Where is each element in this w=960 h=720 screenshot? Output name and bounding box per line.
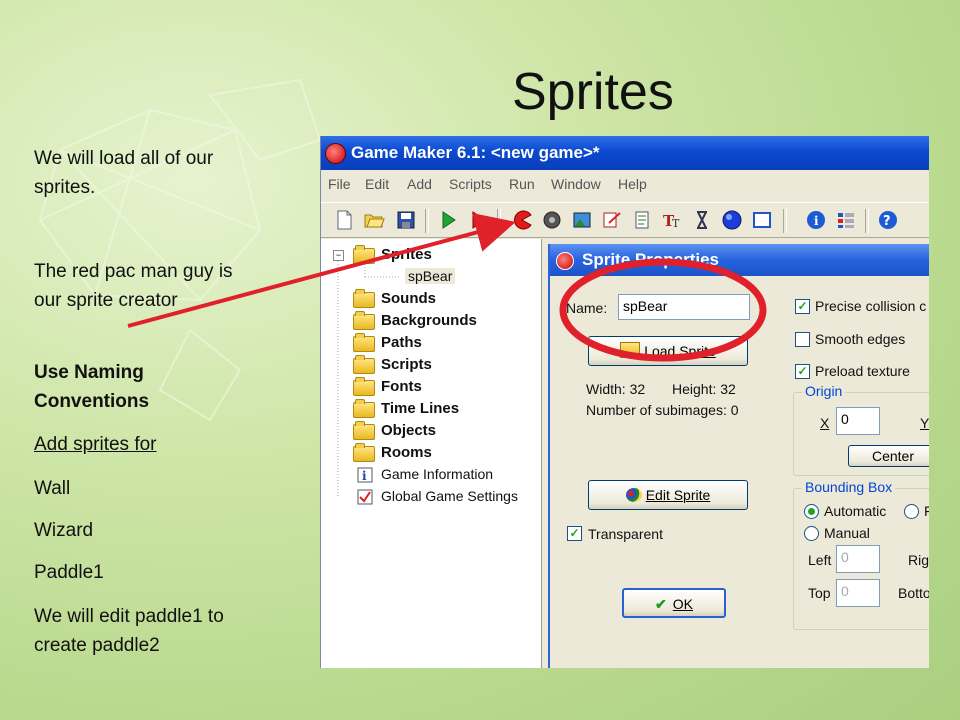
right-label: Rig: [908, 552, 929, 568]
ok-button[interactable]: ✔ OK: [622, 588, 726, 618]
dialog-title: Sprite Properties: [582, 250, 719, 269]
menu-bar: File Edit Add Scripts Run Window Help: [321, 172, 929, 196]
note-naming-conventions: Use Naming Conventions: [34, 362, 150, 412]
sprite-pacman-icon: [556, 252, 574, 270]
note-wall: Wall: [34, 478, 71, 499]
menu-edit[interactable]: Edit: [365, 176, 389, 192]
create-room-icon[interactable]: [751, 209, 773, 231]
menu-window[interactable]: Window: [551, 176, 601, 192]
precise-collision-label: Precise collision c: [815, 298, 927, 314]
open-folder-icon: [620, 342, 641, 358]
new-file-icon[interactable]: [333, 209, 355, 231]
help-icon[interactable]: ?: [877, 209, 899, 231]
menu-run[interactable]: Run: [509, 176, 535, 192]
precise-collision-checkbox[interactable]: ✓: [795, 299, 810, 314]
load-sprite-button[interactable]: Load Sprite: [588, 336, 748, 366]
smooth-edges-checkbox[interactable]: [795, 332, 810, 347]
svg-text:i: i: [814, 214, 819, 228]
note-paddle1: Paddle1: [34, 562, 104, 583]
transparent-label: Transparent: [588, 526, 663, 542]
note-add-sprites: Add sprites for: [34, 434, 157, 455]
note-sprite-creator: The red pac man guy is our sprite creato…: [34, 261, 233, 311]
height-text: Height: 32: [672, 381, 736, 397]
menu-add[interactable]: Add: [407, 176, 432, 192]
left-label: Left: [808, 552, 832, 568]
left-field[interactable]: 0: [836, 545, 880, 573]
save-icon[interactable]: [395, 209, 417, 231]
preload-texture-checkbox[interactable]: ✓: [795, 364, 810, 379]
edit-sprite-button[interactable]: Edit Sprite: [588, 480, 748, 510]
slide-title: Sprites: [512, 63, 674, 121]
center-button[interactable]: Center: [848, 445, 929, 467]
note-edit-paddle: We will edit paddle1 to create paddle2: [34, 606, 224, 656]
create-font-icon[interactable]: TT: [661, 209, 683, 231]
tree-connector-lines: [337, 261, 401, 497]
window-title: Game Maker 6.1: <new game>*: [351, 143, 600, 162]
game-maker-window: Game Maker 6.1: <new game>* File Edit Ad…: [320, 136, 929, 668]
checkmark-icon: ✔: [655, 596, 667, 612]
sprite-name-field[interactable]: spBear: [618, 294, 750, 320]
run-debug-icon[interactable]: [467, 209, 489, 231]
svg-text:?: ?: [883, 214, 891, 229]
smooth-edges-label: Smooth edges: [815, 331, 906, 347]
game-information-icon[interactable]: i: [805, 209, 827, 231]
svg-text:T: T: [672, 217, 680, 230]
edit-sprite-label: Edit Sprite: [645, 487, 711, 503]
automatic-label: Automatic: [824, 503, 887, 519]
subimages-text: Number of subimages: 0: [586, 402, 739, 418]
bottom-label: Botto: [898, 585, 929, 601]
note-wizard: Wizard: [34, 520, 94, 541]
manual-label: Manual: [824, 525, 870, 541]
full-image-label: F: [924, 503, 929, 519]
bounding-box-group: Bounding Box Automatic F Manual Left 0 R…: [793, 479, 929, 630]
top-label: Top: [808, 585, 831, 601]
menu-file[interactable]: File: [328, 176, 351, 192]
create-object-icon[interactable]: [721, 209, 743, 231]
width-text: Width: 32: [586, 381, 646, 397]
create-background-icon[interactable]: [571, 209, 593, 231]
create-path-icon[interactable]: [601, 209, 623, 231]
name-label: Name:: [566, 300, 608, 316]
manual-radio[interactable]: [804, 526, 819, 541]
preload-texture-label: Preload texture: [815, 363, 910, 379]
create-script-icon[interactable]: [631, 209, 653, 231]
resource-tree: − Sprites spBear Sounds Backgrounds Path…: [321, 239, 542, 668]
origin-y-label: Y: [920, 415, 929, 431]
paint-palette-icon: [625, 488, 642, 502]
global-settings-icon[interactable]: [835, 209, 857, 231]
menu-help[interactable]: Help: [618, 176, 647, 192]
create-sound-icon[interactable]: [541, 209, 563, 231]
load-sprite-label: Load Sprite: [644, 343, 716, 359]
create-sprite-pacman-icon[interactable]: [511, 209, 533, 231]
game-maker-logo-icon: [325, 143, 346, 164]
window-titlebar[interactable]: Game Maker 6.1: <new game>*: [321, 136, 929, 170]
create-timeline-icon[interactable]: [691, 209, 713, 231]
open-folder-icon[interactable]: [363, 209, 385, 231]
dialog-titlebar[interactable]: Sprite Properties: [550, 244, 929, 276]
sprite-properties-dialog: Sprite Properties Name: spBear Load Spri…: [548, 244, 929, 668]
origin-title: Origin: [802, 383, 846, 399]
run-icon[interactable]: [437, 209, 459, 231]
bounding-box-title: Bounding Box: [802, 479, 896, 495]
full-image-radio[interactable]: [904, 504, 919, 519]
automatic-radio[interactable]: [804, 504, 819, 519]
origin-x-field[interactable]: 0: [836, 407, 880, 435]
origin-group: Origin X 0 Y Center: [793, 383, 929, 476]
origin-x-label: X: [820, 415, 830, 431]
toolbar: TT i ?: [321, 202, 929, 238]
ok-label: OK: [672, 596, 693, 612]
menu-scripts[interactable]: Scripts: [449, 176, 492, 192]
note-load-sprites: We will load all of our sprites.: [34, 148, 214, 198]
transparent-checkbox[interactable]: ✓: [567, 526, 582, 541]
top-field[interactable]: 0: [836, 579, 880, 607]
